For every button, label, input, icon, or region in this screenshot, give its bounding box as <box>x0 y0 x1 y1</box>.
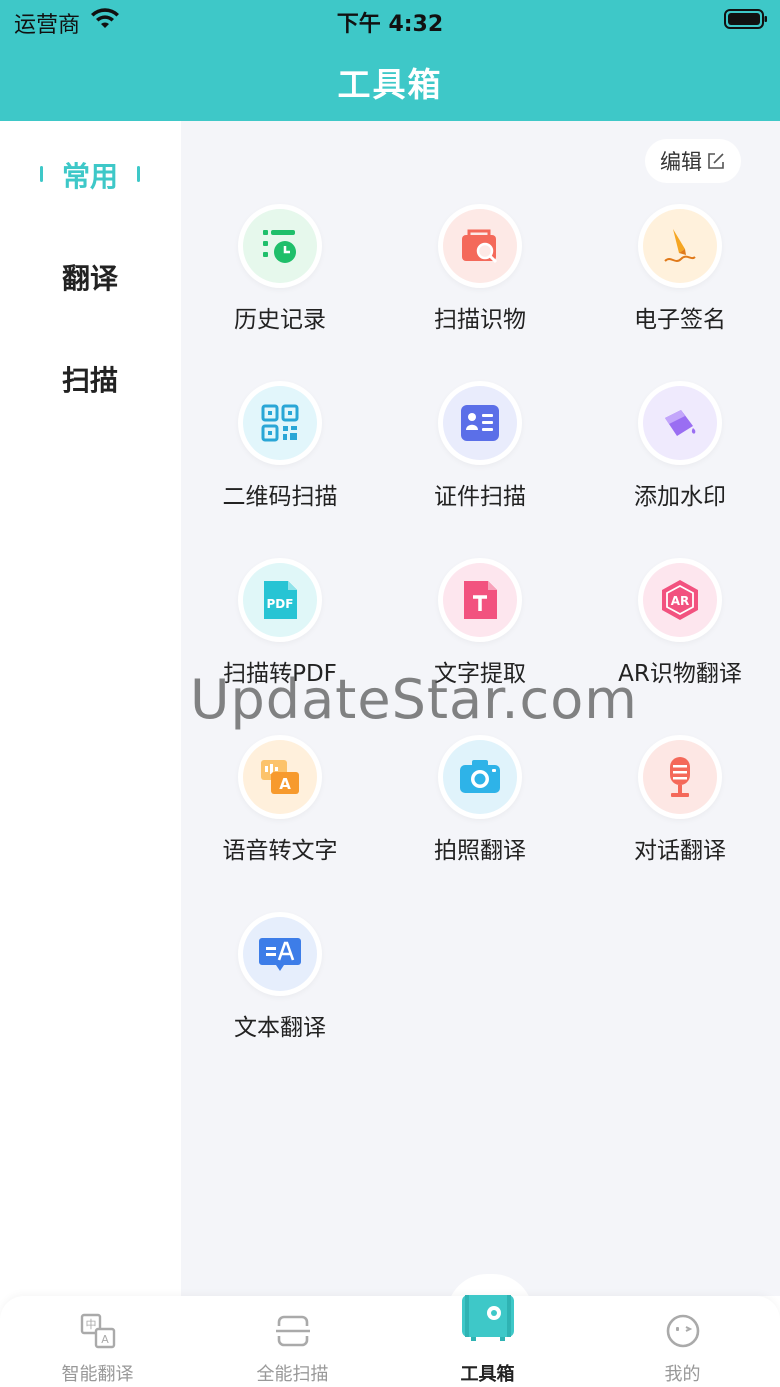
tool-icon-frame <box>438 204 522 288</box>
tab-mine[interactable]: 我的 <box>585 1296 780 1387</box>
sidebar-item-label: 翻译 <box>61 262 118 295</box>
tab-label: 全能扫描 <box>256 1364 329 1385</box>
svg-text:AR: AR <box>671 594 690 608</box>
tool-label: 文本翻译 <box>234 1015 326 1041</box>
text-extract-icon <box>443 563 517 637</box>
tool-icon-frame <box>638 735 722 819</box>
tool-label: 对话翻译 <box>634 838 726 864</box>
profile-icon <box>666 1314 700 1348</box>
tool-text-translate[interactable]: 文本翻译 <box>180 912 380 1042</box>
sidebar-item-label: 扫描 <box>61 364 118 397</box>
tool-icon-frame <box>238 204 322 288</box>
page-title: 工具箱 <box>337 65 443 104</box>
history-icon <box>243 209 317 283</box>
active-indicator <box>40 166 43 182</box>
camera-icon <box>443 740 517 814</box>
tool-watermark[interactable]: 添加水印 <box>580 381 780 511</box>
battery-icon <box>724 9 767 29</box>
tool-label: 电子签名 <box>634 307 726 333</box>
signature-icon <box>643 209 717 283</box>
tool-dialogue-translate[interactable]: 对话翻译 <box>580 735 780 865</box>
sidebar-item-label: 常用 <box>61 160 118 193</box>
scan-icon <box>276 1315 310 1347</box>
tool-label: 添加水印 <box>634 484 726 510</box>
tool-icon-frame <box>238 381 322 465</box>
sidebar-item-translate[interactable]: 翻译 <box>0 257 180 297</box>
sidebar: 常用 翻译 扫描 <box>0 121 180 1296</box>
tool-voice-to-text[interactable]: A 语音转文字 <box>180 735 380 865</box>
tool-icon-frame <box>238 912 322 996</box>
active-indicator <box>137 166 140 182</box>
tool-icon-frame <box>438 381 522 465</box>
tab-smart-translate[interactable]: 中 A 智能翻译 <box>0 1296 195 1387</box>
toolbox-icon <box>462 1295 514 1341</box>
translate-icon: 中 A <box>80 1313 116 1349</box>
tool-label: 二维码扫描 <box>222 484 338 510</box>
header: 运营商 下午 4:32 工具箱 <box>0 0 780 121</box>
edit-label: 编辑 <box>660 150 702 174</box>
tool-icon-frame <box>638 204 722 288</box>
tab-bar: 中 A 智能翻译 全能扫描 工具箱 我的 <box>0 1296 780 1387</box>
tool-label: 证件扫描 <box>434 484 526 510</box>
tool-icon-frame: A <box>238 735 322 819</box>
microphone-icon <box>643 740 717 814</box>
tool-history[interactable]: 历史记录 <box>180 204 380 334</box>
tab-label: 智能翻译 <box>61 1364 134 1385</box>
tool-icon-frame: PDF <box>238 558 322 642</box>
tab-label: 我的 <box>664 1364 701 1385</box>
tool-icon-frame <box>438 558 522 642</box>
tool-label: 语音转文字 <box>222 838 338 864</box>
tool-photo-translate[interactable]: 拍照翻译 <box>380 735 580 865</box>
svg-text:中: 中 <box>86 1318 97 1331</box>
tool-icon-frame: AR <box>638 558 722 642</box>
tool-icon-frame <box>638 381 722 465</box>
pdf-icon: PDF <box>243 563 317 637</box>
tool-qrcode[interactable]: 二维码扫描 <box>180 381 380 511</box>
tool-label: 扫描识物 <box>434 307 526 333</box>
edit-icon <box>708 153 724 169</box>
id-card-icon <box>443 386 517 460</box>
qrcode-icon <box>243 386 317 460</box>
sidebar-item-scan[interactable]: 扫描 <box>0 359 180 399</box>
tab-all-scan[interactable]: 全能扫描 <box>195 1296 390 1387</box>
svg-text:A: A <box>279 775 291 793</box>
tool-scan-object[interactable]: 扫描识物 <box>380 204 580 334</box>
watermark-icon <box>643 386 717 460</box>
ar-icon: AR <box>643 563 717 637</box>
watermark-text: UpdateStar.com <box>190 668 638 731</box>
text-translate-icon <box>243 917 317 991</box>
status-bar: 运营商 下午 4:32 <box>0 0 780 40</box>
tool-icon-frame <box>438 735 522 819</box>
tool-label: 历史记录 <box>234 307 326 333</box>
voice-to-text-icon: A <box>243 740 317 814</box>
svg-text:PDF: PDF <box>267 597 294 611</box>
tab-label: 工具箱 <box>460 1364 515 1385</box>
svg-text:A: A <box>101 1333 109 1346</box>
edit-button[interactable]: 编辑 <box>645 139 741 183</box>
sidebar-item-common[interactable]: 常用 <box>0 155 180 195</box>
clock: 下午 4:32 <box>336 12 444 37</box>
tool-signature[interactable]: 电子签名 <box>580 204 780 334</box>
tool-id-card[interactable]: 证件扫描 <box>380 381 580 511</box>
tool-label: 拍照翻译 <box>434 838 526 864</box>
scan-object-icon <box>443 209 517 283</box>
